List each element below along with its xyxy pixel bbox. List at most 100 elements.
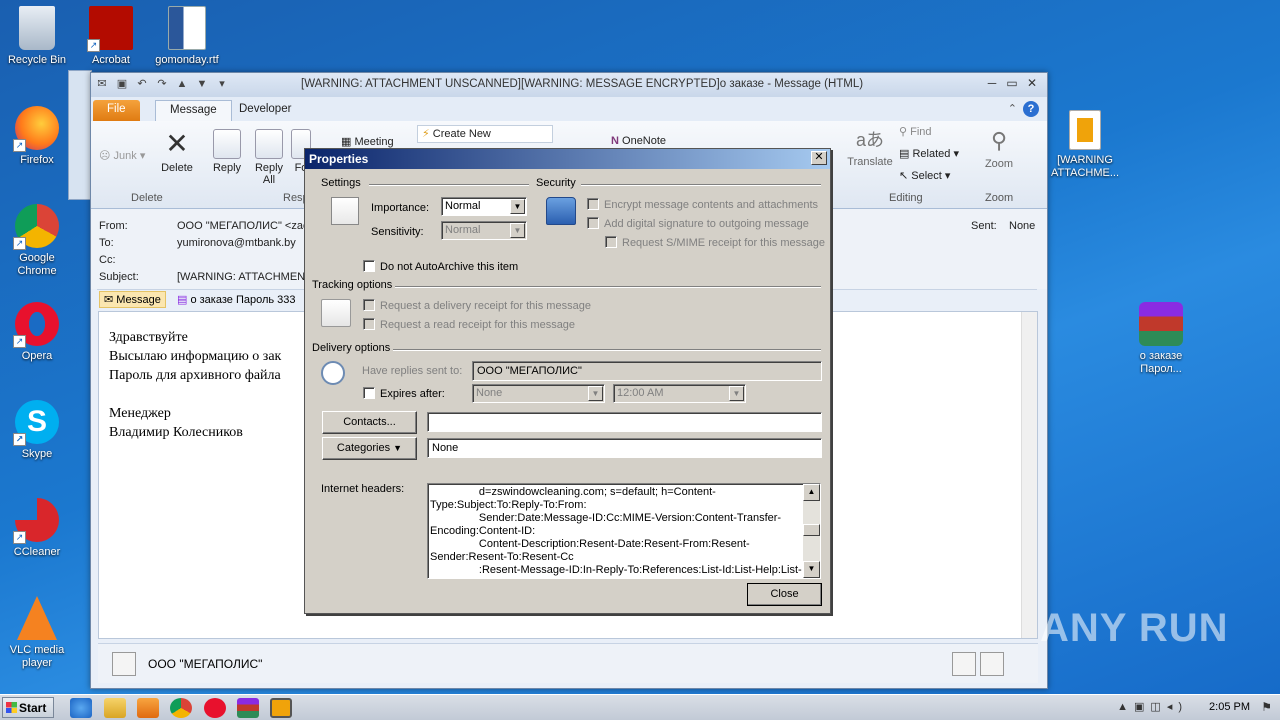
scroll-up-icon[interactable]: ▲: [803, 484, 820, 501]
desktop-icon-recycle-bin[interactable]: Recycle Bin: [0, 6, 74, 67]
desktop-icon-gomonday[interactable]: gomonday.rtf: [150, 6, 224, 67]
select-button[interactable]: ↖ Select ▾: [899, 169, 950, 182]
importance-select[interactable]: Normal ▼: [441, 197, 527, 216]
expires-date-select[interactable]: None ▼: [472, 384, 605, 403]
reply-all-button[interactable]: Reply All: [249, 129, 289, 186]
help-icon[interactable]: ?: [1023, 101, 1039, 117]
desktop-icon-chrome[interactable]: ↗ Google Chrome: [0, 204, 74, 278]
message-tab[interactable]: ✉ Message: [99, 291, 166, 308]
taskbar-explorer-icon[interactable]: [104, 698, 126, 718]
signature-checkbox[interactable]: [587, 217, 599, 229]
tray-volume-icon[interactable]: ◂): [1167, 701, 1188, 713]
desktop-icon-skype[interactable]: S ↗ Skype: [0, 400, 74, 461]
maximize-icon[interactable]: ▭: [1003, 75, 1021, 91]
start-button[interactable]: Start: [2, 697, 54, 718]
close-icon[interactable]: ✕: [1023, 75, 1041, 91]
tray-expand-icon[interactable]: ▲: [1117, 701, 1134, 713]
find-button[interactable]: ⚲ Find: [899, 125, 932, 138]
select-label: Select: [911, 170, 942, 182]
smime-checkbox[interactable]: [605, 236, 617, 248]
taskbar-outlook-icon[interactable]: [270, 698, 292, 718]
attachment-file[interactable]: ▤ о заказе Пароль 333: [177, 293, 296, 306]
tab-message[interactable]: Message: [155, 100, 232, 121]
start-label: Start: [19, 701, 47, 715]
related-button[interactable]: ▤ Related ▾: [899, 147, 959, 160]
read-receipt-checkbox[interactable]: [363, 318, 375, 330]
replies-label: Have replies sent to:: [362, 365, 463, 377]
replies-field[interactable]: ООО "МЕГАПОЛИС": [472, 361, 822, 381]
meeting-button[interactable]: ▦ Meeting: [341, 135, 394, 148]
dropdown-arrow-icon: ▼: [510, 199, 525, 214]
taskbar-media-player-icon[interactable]: [137, 698, 159, 718]
junk-button[interactable]: ☹ Junk ▾: [99, 149, 145, 162]
taskbar-clock[interactable]: 2:05 PM: [1209, 701, 1250, 713]
desktop-icon-firefox[interactable]: ↗ Firefox: [0, 106, 74, 167]
scroll-down-icon[interactable]: ▼: [803, 561, 820, 578]
header-line: Sender:Resent-To:Resent-Cc: [430, 551, 574, 563]
tab-developer[interactable]: Developer: [225, 100, 305, 121]
people-pane-name[interactable]: ООО "МЕГАПОЛИС": [148, 657, 262, 671]
delivery-receipt-checkbox[interactable]: [363, 299, 375, 311]
avatar: [952, 652, 976, 676]
translate-button[interactable]: aあ Translate: [845, 127, 895, 168]
headers-scrollbar[interactable]: ▲ ▼: [803, 484, 820, 578]
settings-label: Settings: [321, 177, 361, 189]
from-value[interactable]: ООО "МЕГАПОЛИС" <zaco: [177, 220, 315, 232]
envelope-icon: ✉: [104, 294, 114, 306]
desktop-icon-ccleaner[interactable]: ↗ CCleaner: [0, 498, 74, 559]
taskbar-winrar-icon[interactable]: [237, 698, 259, 718]
internet-headers-textbox[interactable]: d=zswindowcleaning.com; s=default; h=Con…: [427, 483, 821, 579]
customize-toolbar-icon[interactable]: ▾: [215, 77, 229, 91]
reply-button[interactable]: Reply: [207, 129, 247, 174]
tab-file[interactable]: File: [93, 100, 140, 121]
to-value[interactable]: yumironova@mtbank.by: [177, 237, 296, 249]
reply-all-label: Reply All: [254, 162, 284, 186]
delete-button[interactable]: ✕ Delete: [157, 129, 197, 175]
expires-checkbox[interactable]: [363, 387, 375, 399]
encrypt-checkbox[interactable]: [587, 198, 599, 210]
zoom-button[interactable]: ⚲ Zoom: [979, 127, 1019, 170]
minimize-icon[interactable]: ─: [983, 75, 1001, 91]
expires-date-value: None: [476, 387, 503, 399]
tray-network-icon[interactable]: ▣: [1134, 701, 1150, 713]
categories-button[interactable]: Categories ▼: [322, 437, 417, 460]
contacts-field[interactable]: [427, 412, 822, 432]
desktop-icon-label: Google Chrome: [17, 252, 57, 277]
close-button[interactable]: Close: [747, 583, 822, 606]
body-scrollbar[interactable]: [1021, 312, 1037, 638]
create-new-quickstep[interactable]: ⚡ Create New: [417, 125, 553, 143]
redo-icon[interactable]: ↷: [155, 77, 169, 91]
autoarchive-checkbox[interactable]: [363, 260, 375, 272]
taskbar-ie-icon[interactable]: [70, 698, 92, 718]
save-icon[interactable]: ▣: [115, 77, 129, 91]
down-arrow-icon[interactable]: ▼: [195, 77, 209, 91]
expires-time-select[interactable]: 12:00 AM ▼: [613, 384, 746, 403]
desktop-icon-label: Firefox: [20, 154, 54, 166]
zoom-magnifier-icon: ⚲: [990, 128, 1008, 153]
sensitivity-select[interactable]: Normal ▼: [441, 221, 527, 240]
security-lock-icon: [546, 197, 576, 225]
collapse-ribbon-icon[interactable]: ⌃: [1008, 102, 1017, 115]
desktop-icon-opera[interactable]: ↗ Opera: [0, 302, 74, 363]
dialog-close-icon[interactable]: ✕: [811, 151, 827, 165]
desktop-icon-vlc[interactable]: VLC media player: [0, 596, 74, 670]
scroll-thumb[interactable]: [803, 524, 820, 536]
taskbar-opera-icon[interactable]: [204, 698, 226, 718]
tray-network-status-icon[interactable]: ◫: [1150, 701, 1166, 713]
categories-field[interactable]: None: [427, 438, 822, 458]
desktop-icon-warning-attachment[interactable]: [WARNING ATTACHME...: [1048, 110, 1122, 180]
related-label: Related: [912, 148, 951, 160]
onenote-button[interactable]: N OneNote: [611, 135, 666, 147]
desktop-icon-acrobat[interactable]: ↗ Acrobat: [74, 6, 148, 67]
undo-icon[interactable]: ↶: [135, 77, 149, 91]
contacts-button[interactable]: Contacts...: [322, 411, 417, 434]
sensitivity-value: Normal: [445, 224, 481, 236]
desktop-icon-label: gomonday.rtf: [155, 54, 219, 66]
up-arrow-icon[interactable]: ▲: [175, 77, 189, 91]
background-window[interactable]: [68, 70, 92, 200]
desktop-icon-archive[interactable]: о заказе Парол...: [1124, 302, 1198, 376]
body-line: Высылаю информацию о зак: [109, 349, 282, 364]
taskbar-chrome-icon[interactable]: [170, 698, 192, 718]
message-tab-label: Message: [116, 294, 161, 306]
action-center-flag-icon[interactable]: ⚑: [1261, 700, 1272, 714]
